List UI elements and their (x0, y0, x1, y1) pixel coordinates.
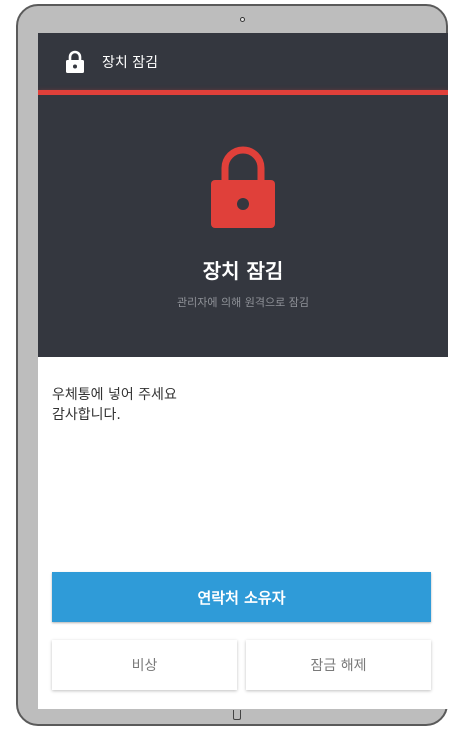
lock-subline: 관리자에 의해 원격으로 잠김 (177, 296, 309, 309)
unlock-button[interactable]: 잠금 해제 (246, 640, 431, 690)
message-line: 감사합니다. (52, 407, 121, 423)
front-camera (240, 17, 245, 22)
contact-owner-button[interactable]: 연락처 소유자 (52, 572, 431, 622)
lock-screen: 장치 잠김 장치 잠김 관리자에 의해 원격으로 잠김 우체통에 넣어 주세요 … (38, 33, 448, 709)
lock-icon (208, 143, 278, 229)
emergency-button[interactable]: 비상 (52, 640, 237, 690)
header-bar: 장치 잠김 (38, 33, 448, 90)
lock-hero-panel: 장치 잠김 관리자에 의해 원격으로 잠김 (38, 95, 448, 357)
lock-icon (65, 50, 85, 74)
home-button[interactable] (233, 710, 241, 720)
message-line: 우체통에 넣어 주세요 (52, 387, 177, 403)
owner-message: 우체통에 넣어 주세요 감사합니다. (52, 385, 177, 425)
header-title: 장치 잠김 (102, 54, 158, 71)
lock-headline: 장치 잠김 (202, 259, 284, 283)
